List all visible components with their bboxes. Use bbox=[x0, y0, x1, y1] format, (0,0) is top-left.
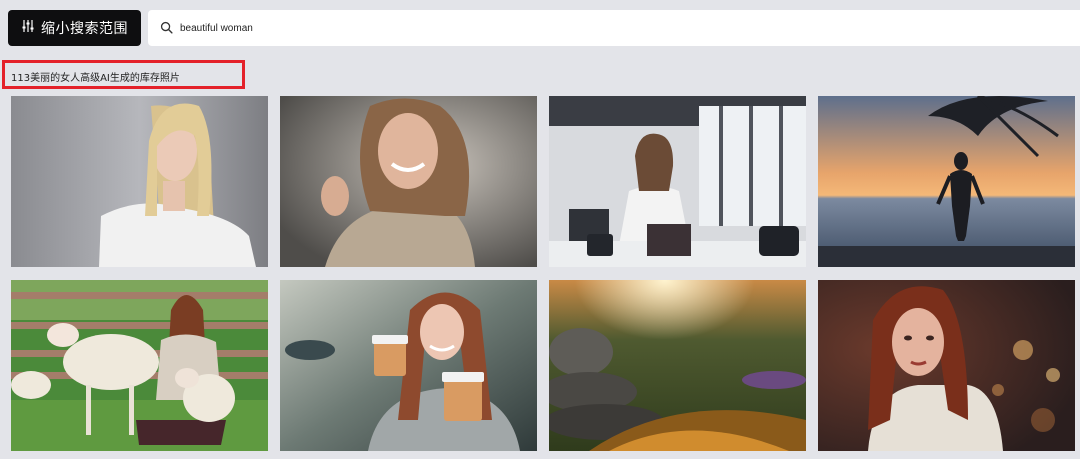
photo-thumbnail bbox=[818, 280, 1075, 451]
top-bar: 缩小搜索范围 bbox=[0, 0, 1080, 55]
refine-search-label: 缩小搜索范围 bbox=[41, 21, 128, 37]
photo-thumbnail bbox=[280, 280, 537, 451]
photo-thumbnail bbox=[818, 96, 1075, 267]
photo-thumbnail bbox=[11, 96, 268, 267]
photo-thumbnail bbox=[11, 280, 268, 451]
photo-thumbnail bbox=[549, 96, 806, 267]
search-icon bbox=[160, 19, 173, 38]
search-input[interactable] bbox=[180, 22, 880, 34]
image-tile[interactable] bbox=[549, 96, 806, 267]
image-tile[interactable] bbox=[280, 280, 537, 451]
image-tile[interactable] bbox=[280, 96, 537, 267]
image-tile[interactable] bbox=[11, 96, 268, 267]
refine-search-button[interactable]: 缩小搜索范围 bbox=[8, 10, 141, 46]
image-tile[interactable] bbox=[549, 280, 806, 451]
result-count: 113美丽的女人高级AI生成的库存照片 bbox=[11, 73, 180, 84]
image-tile[interactable] bbox=[818, 280, 1075, 451]
search-bar[interactable] bbox=[148, 10, 1080, 46]
photo-thumbnail bbox=[549, 280, 806, 451]
search-results-page: 缩小搜索范围 113美丽的女人高级AI生成的库存照片 bbox=[0, 0, 1080, 459]
sliders-icon bbox=[21, 19, 35, 37]
image-tile[interactable] bbox=[11, 280, 268, 451]
image-tile[interactable] bbox=[818, 96, 1075, 267]
photo-thumbnail bbox=[280, 96, 537, 267]
